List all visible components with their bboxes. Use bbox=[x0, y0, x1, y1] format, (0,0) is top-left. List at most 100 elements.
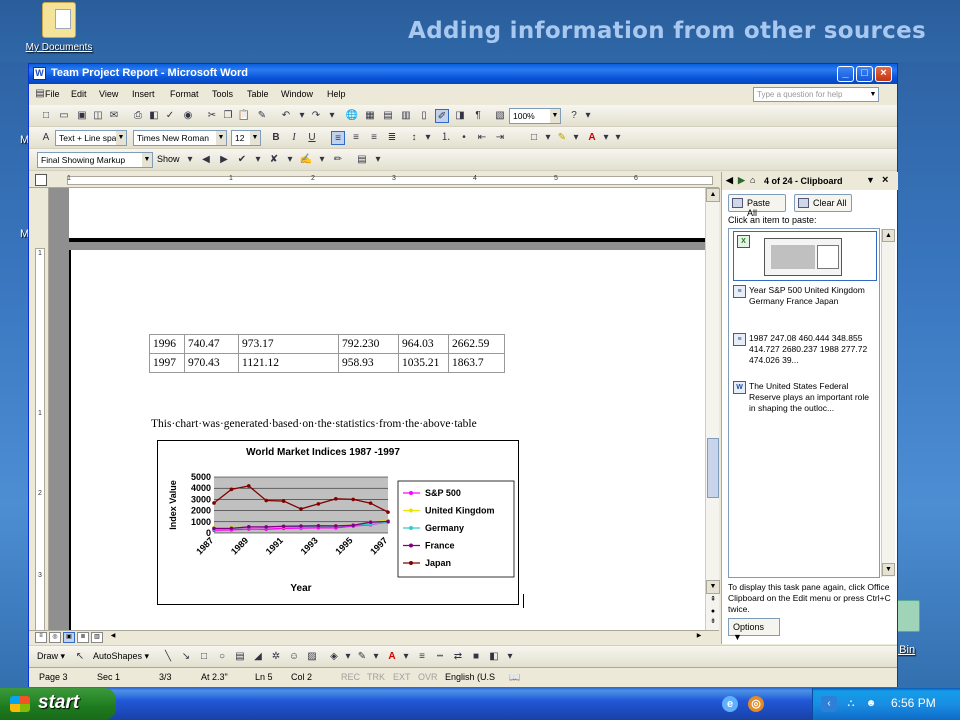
cut-icon[interactable]: ✂ bbox=[205, 109, 219, 123]
table-cell[interactable]: 1997 bbox=[149, 353, 185, 373]
arrow-icon[interactable]: ↘ bbox=[179, 650, 193, 664]
show-hidden-icon[interactable]: ‹ bbox=[821, 696, 837, 712]
embedded-chart[interactable]: World Market Indices 1987 -1997 0 1000 2000… bbox=[157, 440, 519, 605]
insert-table-icon[interactable]: ▤ bbox=[381, 109, 395, 123]
dash-style-icon[interactable]: ┅ bbox=[433, 650, 447, 664]
chevron-down-icon[interactable]: ▾ bbox=[183, 153, 197, 167]
status-ovr[interactable]: OVR bbox=[418, 672, 438, 682]
chevron-down-icon[interactable]: ▼ bbox=[550, 109, 560, 123]
align-left-icon[interactable]: ≡ bbox=[331, 131, 345, 145]
undo-icon[interactable]: ↶ bbox=[279, 109, 293, 123]
chevron-down-icon[interactable]: ▼ bbox=[216, 131, 226, 145]
font-color-icon[interactable]: A bbox=[585, 131, 599, 145]
line-color-icon[interactable]: ✎ bbox=[355, 650, 369, 664]
clipboard-scrollbar[interactable]: ▲ ▼ bbox=[881, 229, 895, 577]
format-painter-icon[interactable]: ✎ bbox=[255, 109, 269, 123]
close-button[interactable]: × bbox=[875, 66, 892, 82]
network-icon[interactable]: ⛬ bbox=[843, 696, 859, 712]
maximize-button[interactable]: □ bbox=[856, 66, 873, 82]
clipboard-item[interactable]: W The United States Federal Reserve play… bbox=[733, 381, 877, 414]
wordart-icon[interactable]: ◢ bbox=[251, 650, 265, 664]
chevron-down-icon[interactable]: ▾ bbox=[283, 153, 297, 167]
clipboard-item-chart[interactable]: X bbox=[733, 231, 877, 281]
chevron-down-icon[interactable]: ▾ bbox=[611, 131, 625, 145]
table-cell[interactable]: 973.17 bbox=[238, 334, 339, 354]
align-center-icon[interactable]: ≡ bbox=[349, 131, 363, 145]
chevron-down-icon[interactable]: ▼ bbox=[250, 131, 260, 145]
reading-view-icon[interactable]: ▥ bbox=[91, 632, 103, 643]
menu-file[interactable]: File bbox=[45, 89, 60, 99]
reviewing-pane-icon[interactable]: ▤ bbox=[355, 153, 369, 167]
normal-view-icon[interactable]: ≡ bbox=[35, 632, 47, 643]
line-style-icon[interactable]: ≡ bbox=[415, 650, 429, 664]
picture-icon[interactable]: ▨ bbox=[305, 650, 319, 664]
clip-art-icon[interactable]: ☺ bbox=[287, 650, 301, 664]
autoshapes-menu[interactable]: AutoShapes ▾ bbox=[93, 651, 149, 662]
chevron-down-icon[interactable]: ▾ bbox=[503, 650, 517, 664]
start-button[interactable]: start bbox=[0, 688, 116, 720]
decrease-indent-icon[interactable]: ⇤ bbox=[475, 131, 489, 145]
paste-icon[interactable]: 📋 bbox=[237, 109, 251, 123]
redo-icon[interactable]: ↷ bbox=[309, 109, 323, 123]
web-view-icon[interactable]: ◎ bbox=[49, 632, 61, 643]
previous-change-icon[interactable]: ◀ bbox=[199, 153, 213, 167]
font-select[interactable]: Times New Roman ▼ bbox=[133, 130, 227, 146]
chevron-down-icon[interactable]: ▾ bbox=[541, 131, 555, 145]
vertical-ruler[interactable]: 1 1 2 3 bbox=[29, 188, 49, 644]
menu-view[interactable]: View bbox=[99, 89, 118, 99]
home-icon[interactable]: ⌂ bbox=[750, 175, 755, 185]
next-change-icon[interactable]: ▶ bbox=[217, 153, 231, 167]
chevron-down-icon[interactable]: ▾ bbox=[399, 650, 413, 664]
status-ext[interactable]: EXT bbox=[393, 672, 411, 682]
spelling-status-icon[interactable]: 📖 bbox=[509, 672, 520, 683]
print-preview-icon[interactable]: ◧ bbox=[147, 109, 161, 123]
drawing-icon[interactable]: ✐ bbox=[435, 109, 449, 123]
open-icon[interactable]: ▭ bbox=[57, 109, 71, 123]
menu-insert[interactable]: Insert bbox=[132, 89, 155, 99]
track-changes-icon[interactable]: ✏ bbox=[331, 153, 345, 167]
read-icon[interactable]: ▧ bbox=[493, 109, 507, 123]
title-bar[interactable]: W Team Project Report - Microsoft Word _… bbox=[29, 64, 897, 84]
ask-question-input[interactable]: Type a question for help ▼ bbox=[753, 87, 879, 102]
chevron-down-icon[interactable]: ▼ bbox=[116, 131, 126, 145]
new-document-icon[interactable]: □ bbox=[39, 109, 53, 123]
table-cell[interactable]: 970.43 bbox=[184, 353, 239, 373]
table-cell[interactable]: 1996 bbox=[149, 334, 185, 354]
clipboard-item[interactable]: ≡ 1987 247.08 460.444 348.855 414.727 26… bbox=[733, 333, 877, 366]
tables-borders-icon[interactable]: ▦ bbox=[363, 109, 377, 123]
table-cell[interactable]: 792.230 bbox=[338, 334, 399, 354]
chevron-down-icon[interactable]: ▾ bbox=[325, 109, 339, 123]
scroll-right-icon[interactable]: ▶ bbox=[693, 632, 705, 643]
my-documents-icon[interactable]: My Documents bbox=[14, 2, 104, 53]
scroll-up-icon[interactable]: ▲ bbox=[882, 229, 895, 242]
chevron-down-icon[interactable]: ▾ bbox=[295, 109, 309, 123]
document-page[interactable]: 1996 740.47 973.17 792.230 964.03 2662.5… bbox=[69, 250, 705, 644]
reject-change-icon[interactable]: ✘ bbox=[267, 153, 281, 167]
minimize-button[interactable]: _ bbox=[837, 66, 854, 82]
scroll-up-icon[interactable]: ▲ bbox=[706, 188, 720, 202]
menu-window[interactable]: Window bbox=[281, 89, 313, 99]
messenger-icon[interactable]: ☻ bbox=[863, 696, 879, 712]
document-map-icon[interactable]: ◨ bbox=[453, 109, 467, 123]
options-button[interactable]: Options ▼ bbox=[728, 618, 780, 642]
accept-change-icon[interactable]: ✔ bbox=[235, 153, 249, 167]
display-for-review-select[interactable]: Final Showing Markup ▼ bbox=[37, 152, 153, 168]
font-size-select[interactable]: 12 ▼ bbox=[231, 130, 261, 146]
menu-format[interactable]: Format bbox=[170, 89, 199, 99]
new-comment-icon[interactable]: ✍ bbox=[299, 153, 313, 167]
increase-indent-icon[interactable]: ⇥ bbox=[493, 131, 507, 145]
chevron-down-icon[interactable]: ▼ bbox=[142, 153, 152, 167]
table-cell[interactable]: 1863.7 bbox=[448, 353, 505, 373]
internet-explorer-icon[interactable]: e bbox=[722, 696, 738, 712]
highlight-icon[interactable]: ✎ bbox=[555, 131, 569, 145]
hyperlink-icon[interactable]: 🌐 bbox=[345, 109, 359, 123]
chevron-down-icon[interactable]: ▾ bbox=[371, 153, 385, 167]
table-cell[interactable]: 2662.59 bbox=[448, 334, 505, 354]
underline-icon[interactable]: U bbox=[305, 131, 319, 145]
data-table[interactable]: 1996 740.47 973.17 792.230 964.03 2662.5… bbox=[149, 334, 505, 373]
status-trk[interactable]: TRK bbox=[367, 672, 385, 682]
bold-icon[interactable]: B bbox=[269, 131, 283, 145]
show-menu[interactable]: Show bbox=[157, 154, 180, 164]
paste-all-button[interactable]: Paste All bbox=[728, 194, 786, 218]
align-right-icon[interactable]: ≡ bbox=[367, 131, 381, 145]
